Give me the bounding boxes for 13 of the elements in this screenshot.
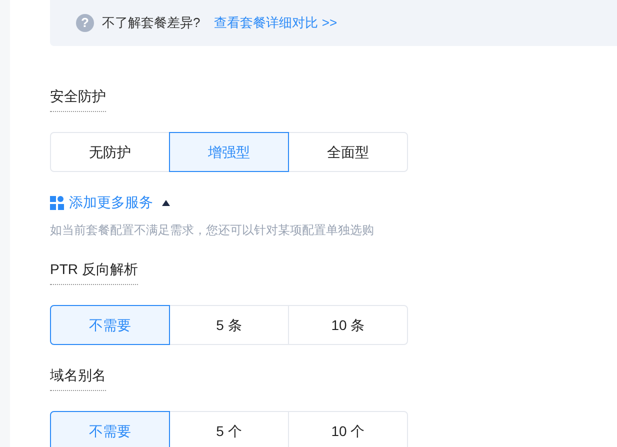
option-tab[interactable]: 全面型 — [288, 132, 408, 172]
section-label: 域名别名 — [50, 365, 106, 391]
option-tab[interactable]: 无防护 — [50, 132, 170, 172]
hint-text: 如当前套餐配置不满足需求，您还可以针对某项配置单独选购 — [50, 222, 375, 239]
caret-icon — [162, 200, 170, 206]
section-label: 安全防护 — [50, 86, 106, 112]
notice-text: 不了解套餐差异? — [102, 14, 200, 32]
section-label: PTR 反向解析 — [50, 259, 138, 285]
option-tab[interactable]: 10 个 — [288, 411, 408, 447]
option-tab[interactable]: 5 条 — [169, 305, 289, 345]
grid-icon — [50, 196, 64, 210]
option-tab[interactable]: 10 条 — [288, 305, 408, 345]
help-icon: ? — [76, 14, 94, 32]
